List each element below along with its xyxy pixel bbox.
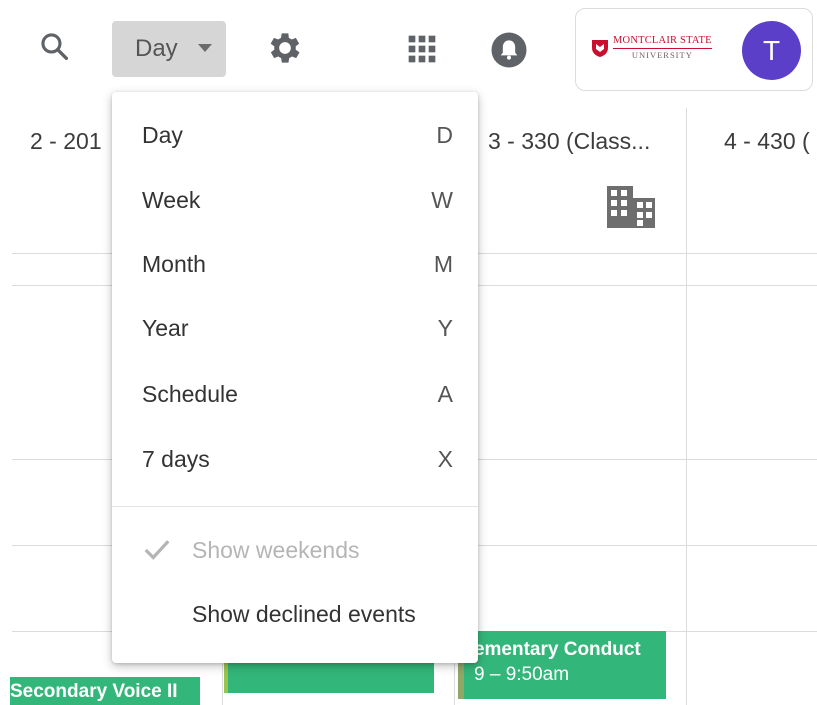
bell-icon	[491, 32, 527, 68]
calendar-page: Day MONTCLAIR STATE UNIVERSITY T 2 - 201…	[0, 0, 817, 705]
grid-column-divider	[686, 108, 687, 705]
apps-button[interactable]	[398, 24, 446, 74]
logo-subtitle: UNIVERSITY	[631, 49, 693, 60]
event-time: 9 – 9:50am	[474, 664, 570, 685]
menu-item-day[interactable]: Day D	[112, 108, 478, 164]
event-title: Secondary Voice II	[10, 681, 178, 702]
view-switcher-label: Day	[135, 35, 178, 62]
university-seal-icon	[592, 39, 608, 57]
menu-item-shortcut: A	[437, 381, 453, 407]
menu-item-shortcut: W	[431, 187, 453, 213]
gear-icon	[270, 33, 300, 63]
calendar-event[interactable]: Secondary Voice II	[10, 677, 200, 705]
menu-item-label: Year	[142, 315, 189, 341]
menu-item-label: Day	[142, 122, 183, 148]
apps-grid-icon	[408, 35, 436, 63]
check-icon	[144, 540, 170, 560]
settings-button[interactable]	[258, 22, 312, 74]
menu-item-month[interactable]: Month M	[112, 237, 478, 293]
column-header-room[interactable]: 4 - 430 (	[724, 128, 810, 155]
building-icon	[607, 186, 655, 228]
menu-item-year[interactable]: Year Y	[112, 301, 478, 357]
menu-item-week[interactable]: Week W	[112, 173, 478, 229]
notifications-button[interactable]	[483, 24, 535, 76]
option-show-declined-events[interactable]: Show declined events	[112, 587, 478, 643]
event-title: Elementary Conduct	[458, 639, 641, 660]
view-menu: Day D Week W Month M Year Y Schedule A 7…	[112, 92, 478, 663]
menu-item-shortcut: X	[437, 446, 453, 472]
menu-item-label: Month	[142, 251, 206, 277]
menu-item-label: Week	[142, 187, 201, 213]
menu-item-shortcut: D	[436, 122, 453, 148]
university-logo: MONTCLAIR STATE UNIVERSITY	[591, 35, 712, 60]
menu-item-label: Schedule	[142, 381, 238, 407]
menu-item-schedule[interactable]: Schedule A	[112, 367, 478, 423]
option-show-weekends[interactable]: Show weekends	[112, 523, 478, 579]
search-icon	[41, 33, 69, 61]
search-button[interactable]	[30, 22, 80, 72]
menu-item-shortcut: Y	[437, 315, 453, 341]
column-header-room[interactable]: 2 - 201	[30, 128, 102, 155]
calendar-event[interactable]: Elementary Conduct 9 – 9:50am	[458, 631, 666, 699]
menu-item-shortcut: M	[433, 251, 453, 277]
account-chip[interactable]: MONTCLAIR STATE UNIVERSITY T	[575, 8, 813, 91]
menu-item-7-days[interactable]: 7 days X	[112, 432, 478, 488]
column-header-room[interactable]: 3 - 330 (Class...	[488, 128, 650, 155]
option-label: Show declined events	[192, 601, 416, 627]
option-label: Show weekends	[192, 537, 360, 563]
avatar[interactable]: T	[742, 21, 801, 80]
caret-down-icon	[198, 44, 212, 52]
menu-divider	[112, 506, 478, 507]
menu-item-label: 7 days	[142, 446, 210, 472]
logo-title: MONTCLAIR STATE	[613, 35, 712, 49]
